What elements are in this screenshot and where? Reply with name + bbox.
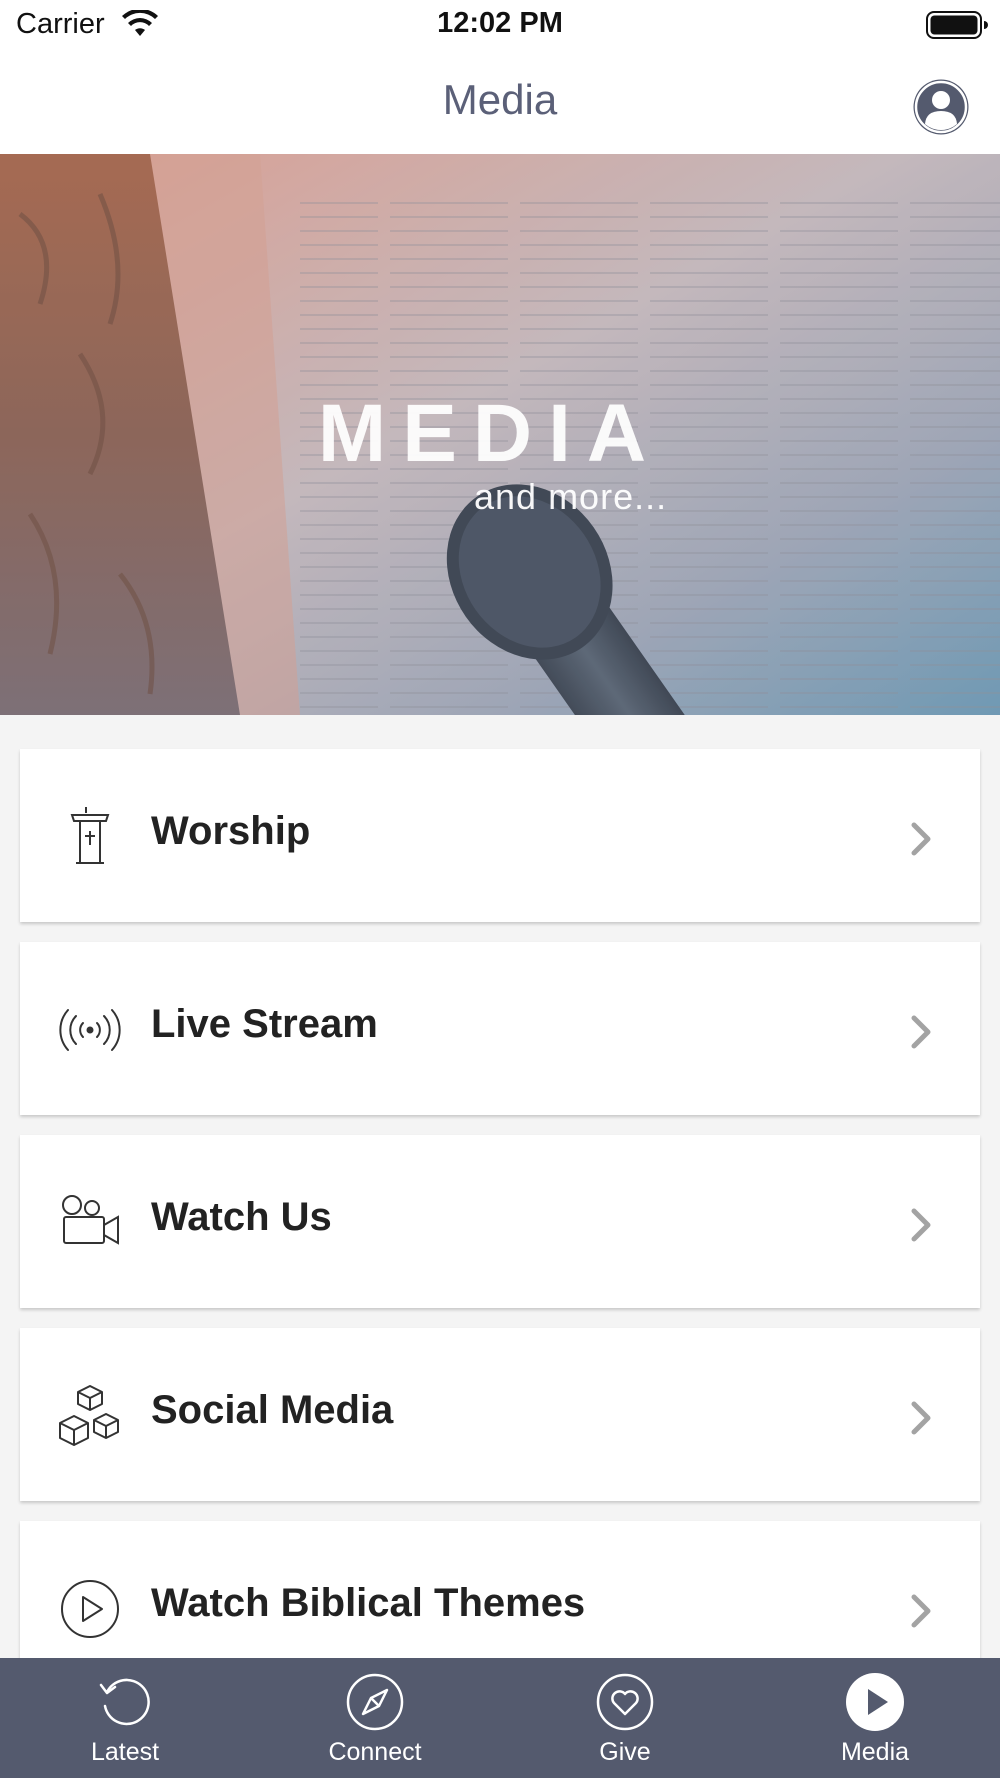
tab-label: Latest [90, 1738, 160, 1766]
menu-item-label: Live Stream [151, 1002, 378, 1046]
status-bar: Carrier 12:02 PM [0, 0, 1000, 50]
chevron-right-icon [911, 1208, 931, 1242]
media-menu-list: Worship Live Stream Watch Us Social Medi… [20, 749, 980, 1714]
tab-latest[interactable]: Latest [0, 1658, 250, 1778]
tab-media[interactable]: Media [750, 1658, 1000, 1778]
menu-item-label: Social Media [151, 1388, 394, 1432]
battery-icon [926, 11, 988, 39]
history-icon [99, 1678, 150, 1726]
video-camera-icon [62, 1195, 119, 1245]
play-icon [846, 1673, 904, 1731]
chevron-right-icon [911, 1401, 931, 1435]
tab-label: Give [599, 1738, 651, 1766]
tab-connect[interactable]: Connect [250, 1658, 500, 1778]
hero-banner: MEDIA and more... [0, 154, 1000, 715]
person-circle-icon[interactable] [912, 78, 970, 136]
clock: 12:02 PM [437, 7, 563, 39]
tab-label: Connect [328, 1738, 422, 1766]
heart-icon [596, 1673, 654, 1731]
navigation-bar: Media [0, 50, 1000, 154]
tab-bar: Latest Connect Give Media [0, 1658, 1000, 1778]
hero-subtitle: and more... [474, 476, 668, 517]
menu-item-label: Watch Biblical Themes [151, 1581, 586, 1625]
hero-title: MEDIA [317, 388, 663, 479]
menu-item-label: Worship [151, 809, 311, 853]
compass-icon [346, 1673, 404, 1731]
menu-item-worship[interactable]: Worship [20, 749, 980, 922]
pulpit-icon [70, 807, 110, 864]
chevron-right-icon [911, 1015, 931, 1049]
page-title: Media [442, 76, 558, 123]
chevron-right-icon [911, 822, 931, 856]
menu-item-live-stream[interactable]: Live Stream [20, 942, 980, 1115]
menu-item-social-media[interactable]: Social Media [20, 1328, 980, 1501]
cubes-icon [59, 1385, 119, 1446]
menu-item-label: Watch Us [151, 1195, 332, 1239]
broadcast-icon [59, 1009, 121, 1051]
chevron-right-icon [911, 1594, 931, 1628]
tab-give[interactable]: Give [500, 1658, 750, 1778]
menu-item-watch-us[interactable]: Watch Us [20, 1135, 980, 1308]
play-circle-icon [61, 1580, 119, 1638]
tab-label: Media [840, 1738, 910, 1766]
